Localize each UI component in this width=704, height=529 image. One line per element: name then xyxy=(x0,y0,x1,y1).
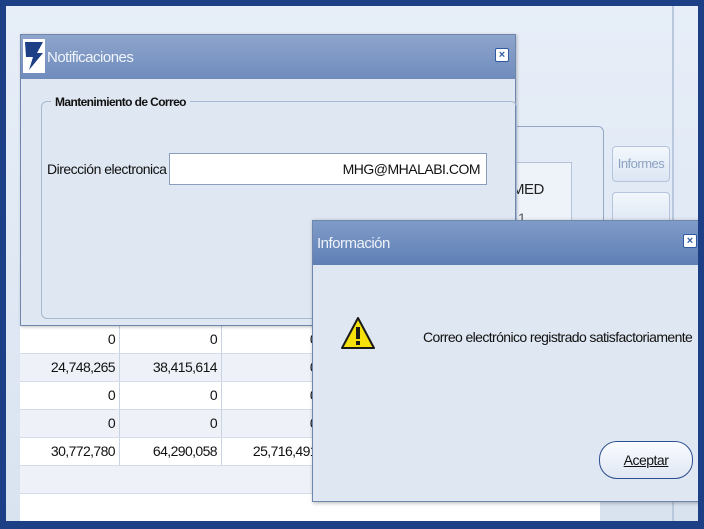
table-cell[interactable]: 0 xyxy=(120,382,222,409)
email-field[interactable] xyxy=(169,153,487,185)
informes-button[interactable]: Informes xyxy=(612,146,670,182)
table-cell[interactable]: 0 xyxy=(222,326,322,353)
info-message: Correo electrónico registrado satisfacto… xyxy=(423,329,693,345)
informacion-dialog: Información × Correo electrónico registr… xyxy=(312,220,702,502)
table-cell[interactable]: 0 xyxy=(20,326,120,353)
window-frame-left xyxy=(0,0,6,529)
table-cell[interactable]: 0 xyxy=(120,326,222,353)
informacion-title-bar[interactable]: Información × xyxy=(313,221,701,265)
close-icon[interactable]: × xyxy=(495,48,509,62)
table-cell[interactable]: 0 xyxy=(222,410,322,437)
warning-icon xyxy=(341,317,375,349)
table-cell[interactable]: 0 xyxy=(222,354,322,381)
window-frame-right xyxy=(698,0,704,529)
table-cell[interactable]: 0 xyxy=(20,410,120,437)
table-cell[interactable]: 25,716,491 xyxy=(222,438,322,465)
email-label: Dirección electronica xyxy=(47,161,167,177)
table-cell[interactable]: 38,415,614 xyxy=(120,354,222,381)
notificaciones-title-bar[interactable]: Notificaciones × xyxy=(21,35,515,79)
window-frame-top xyxy=(0,0,704,6)
close-icon[interactable]: × xyxy=(683,234,697,248)
dialog-title: Información xyxy=(317,235,390,252)
table-cell[interactable]: 64,290,058 xyxy=(120,438,222,465)
table-cell[interactable]: 0 xyxy=(20,382,120,409)
group-label: Mantenimiento de Correo xyxy=(51,95,190,109)
table-cell[interactable]: 30,772,780 xyxy=(20,438,120,465)
table-cell[interactable]: 0 xyxy=(222,382,322,409)
table-cell[interactable]: 0 xyxy=(120,410,222,437)
table-cell[interactable]: 24,748,265 xyxy=(20,354,120,381)
window-frame-bottom xyxy=(0,521,704,529)
dialog-title: Notificaciones xyxy=(47,49,134,66)
aceptar-button[interactable]: Aceptar xyxy=(599,441,693,479)
app-logo-icon xyxy=(23,39,45,73)
